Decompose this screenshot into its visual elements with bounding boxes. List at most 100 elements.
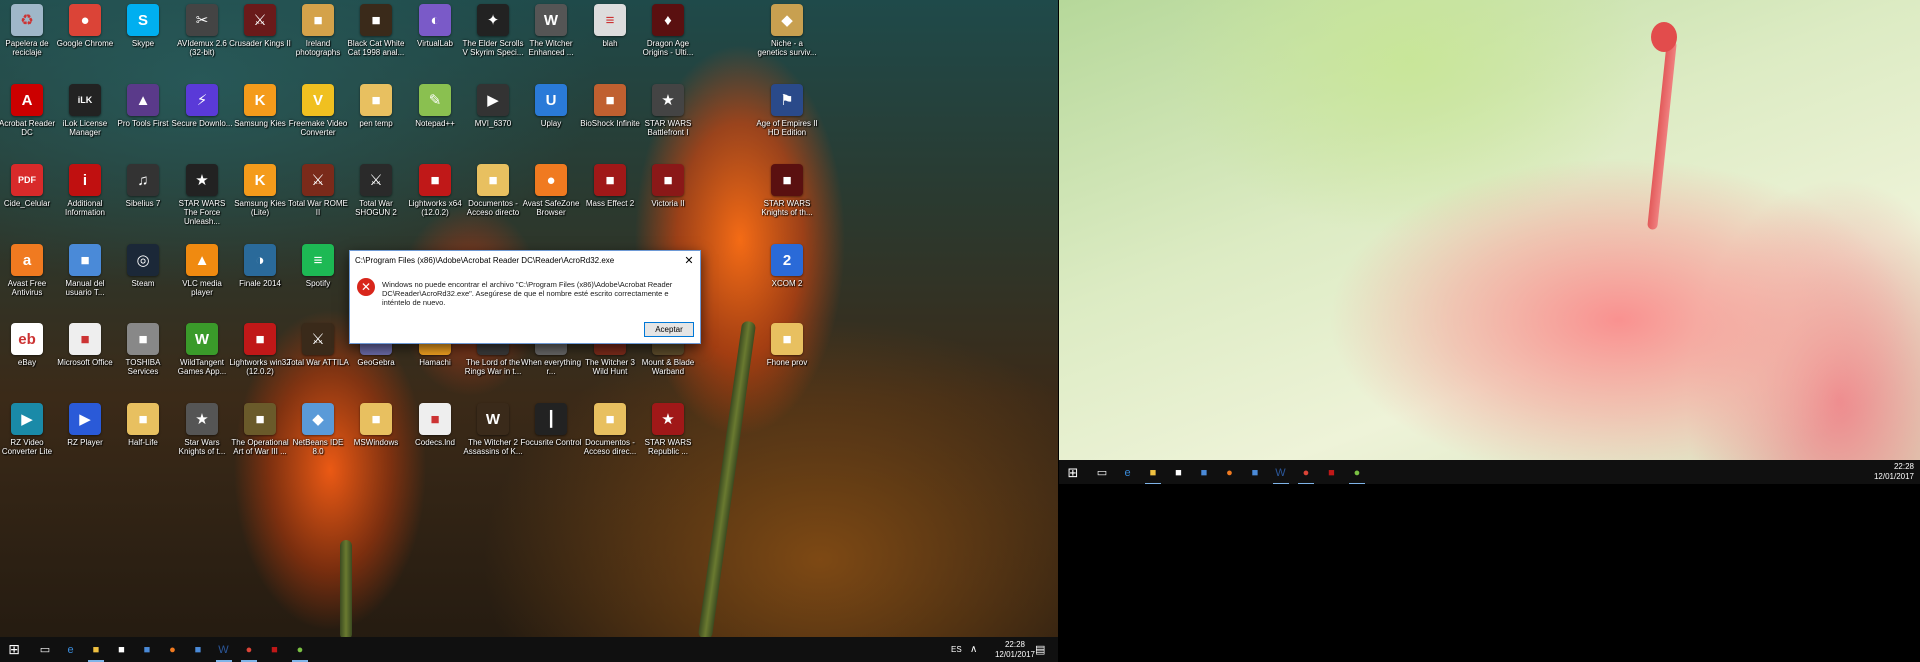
desktop-icon[interactable]: S Skype [114,4,172,48]
taskbar-paint-icon[interactable]: ■ [1245,463,1265,482]
desktop-icon[interactable]: ● Avast SafeZone Browser [522,164,580,217]
start-button-icon[interactable]: ⊞ [1063,463,1083,482]
desktop-icon[interactable]: ⚔ Total War ATTILA [287,323,349,367]
desktop-monitor-1[interactable]: ♻ Papelera de reciclaje ● Google Chrome S Sky… [0,0,1058,662]
taskbar-photos-icon[interactable]: ■ [137,640,157,659]
taskbar-chrome-icon[interactable]: ● [1296,463,1316,485]
desktop-icon[interactable]: ■ Half-Life [114,403,172,447]
clock-time[interactable]: 22:28 [1874,462,1914,471]
desktop-icon[interactable]: ■ pen temp [347,84,405,128]
close-icon[interactable]: ✕ [682,253,696,267]
taskbar-photos-icon[interactable]: ■ [1194,463,1214,482]
taskbar-word-icon[interactable]: W [214,640,234,662]
start-button-icon[interactable]: ⊞ [4,640,24,659]
taskbar-utorrent-icon[interactable]: ● [1347,463,1367,485]
desktop-icon[interactable]: ■ Victoria II [639,164,697,208]
desktop-icon[interactable]: ■ Ireland photographs [289,4,347,57]
taskbar-paint-icon[interactable]: ■ [188,640,208,659]
desktop-icon[interactable]: ⚡ Secure Downlo... [172,84,232,128]
desktop-icon[interactable]: ≡ blah [581,4,639,48]
desktop-monitor-2[interactable] [1059,0,1920,460]
taskbar-word-icon[interactable]: W [1271,463,1291,485]
taskbar-lightworks-icon[interactable]: ■ [1322,463,1342,482]
clock-time[interactable]: 22:28 [995,640,1035,649]
desktop-icon[interactable]: U Uplay [522,84,580,128]
desktop-icon[interactable]: ■ Documentos - Acceso direc... [581,403,639,456]
desktop-icon[interactable]: ■ Fhone prov [758,323,816,367]
language-indicator[interactable]: ES [951,645,962,654]
taskbar-task-view-icon[interactable]: ▭ [35,640,55,659]
desktop-icon[interactable]: ■ Lightworks x64 (12.0.2) [406,164,464,217]
desktop-icon[interactable]: ■ The Operational Art of War III ... [231,403,289,456]
desktop-icon[interactable]: ◑ Finale 2014 [231,244,289,288]
taskbar-edge-icon[interactable]: e [1118,463,1138,482]
desktop-icon[interactable]: W The Witcher 2 Assassins of K... [463,403,523,456]
desktop-icon[interactable]: ■ Microsoft Office [56,323,114,367]
desktop-icon[interactable]: W WildTangent Games App... [173,323,231,376]
error-dialog[interactable]: C:\Program Files (x86)\Adobe\Acrobat Rea… [349,250,701,344]
desktop-icon[interactable]: V Freemake Video Converter [289,84,347,137]
taskbar-store-icon[interactable]: ■ [112,640,132,659]
desktop-icon[interactable]: ♻ Papelera de reciclaje [0,4,56,57]
taskbar-edge-icon[interactable]: e [61,640,81,659]
taskbar-file-explorer-icon[interactable]: ■ [1143,463,1163,485]
desktop-icon[interactable]: ≡ Spotify [289,244,347,288]
tray-expand-icon[interactable]: ∧ [970,644,977,655]
taskbar-store-icon[interactable]: ■ [1169,463,1189,482]
desktop-icon[interactable]: ✦ The Elder Scrolls V Skyrim Speci... [463,4,523,57]
desktop-icon[interactable]: 2 XCOM 2 [758,244,816,288]
desktop-icon[interactable]: ▶ RZ Player [56,403,114,447]
taskbar-lightworks-icon[interactable]: ■ [265,640,285,659]
desktop-icon[interactable]: ┃ Focusrite Control [521,403,581,447]
desktop-icon[interactable]: ▲ Pro Tools First [114,84,172,128]
desktop-icon[interactable]: PDF Cide_Celular [0,164,56,208]
desktop-icon[interactable]: ■ STAR WARS Knights of th... [758,164,816,217]
desktop-icon[interactable]: ⚔ Crusader Kings II [229,4,291,48]
desktop-icon[interactable]: ⚑ Age of Empires II HD Edition [756,84,818,137]
desktop-icon[interactable]: ✎ Notepad++ [406,84,464,128]
desktop-icon[interactable]: ■ Black Cat White Cat 1998 anal... [347,4,405,57]
taskbar-avast-icon[interactable]: ● [163,640,183,659]
desktop-icon[interactable]: ⚔ Total War ROME II [288,164,348,217]
taskbar-file-explorer-icon[interactable]: ■ [86,640,106,662]
desktop-icon[interactable]: W The Witcher Enhanced ... [522,4,580,57]
desktop-icon[interactable]: ◎ Steam [114,244,172,288]
desktop-icon[interactable]: A Acrobat Reader DC [0,84,56,137]
desktop-icon[interactable]: i Additional Information [56,164,114,217]
desktop-icon[interactable]: ▶ RZ Video Converter Lite [0,403,56,456]
desktop-icon[interactable]: ◆ Niche - a genetics surviv... [758,4,816,57]
taskbar-avast-icon[interactable]: ● [1220,463,1240,482]
desktop-icon[interactable]: ✂ AVIdemux 2.6 (32-bit) [173,4,231,57]
desktop-icon[interactable]: ♫ Sibelius 7 [114,164,172,208]
desktop-icon[interactable]: a Avast Free Antivirus [0,244,56,297]
desktop-icon[interactable]: ◆ NetBeans IDE 8.0 [289,403,347,456]
desktop-icon[interactable]: K Samsung Kies [231,84,289,128]
desktop-icon[interactable]: ⚔ Total War SHOGUN 2 [347,164,405,217]
taskbar-task-view-icon[interactable]: ▭ [1092,463,1112,482]
desktop-icon[interactable]: K Samsung Kies (Lite) [231,164,289,217]
desktop-icon[interactable]: ▶ MVI_6370 [464,84,522,128]
desktop-icon[interactable]: ■ Documentos - Acceso directo [464,164,522,217]
desktop-icon[interactable]: ■ Codecs.lnd [406,403,464,447]
desktop-icon[interactable]: ★ STAR WARS The Force Unleash... [173,164,231,226]
desktop-icon[interactable]: ■ Mass Effect 2 [581,164,639,208]
desktop-icon[interactable]: ★ STAR WARS Republic ... [639,403,697,456]
clock-date[interactable]: 12/01/2017 [1849,472,1914,481]
desktop-icon[interactable]: ★ STAR WARS Battlefront I [639,84,697,137]
ok-button[interactable]: Aceptar [644,322,694,337]
desktop-icon[interactable]: ● Google Chrome [56,4,114,48]
desktop-icon[interactable]: ■ BioShock Infinite [580,84,640,128]
desktop-icon[interactable]: ■ Lightworks win32 (12.0.2) [229,323,291,376]
desktop-icon[interactable]: ■ MSWindows [347,403,405,447]
desktop-icon[interactable]: ■ Manual del usuario T... [56,244,114,297]
desktop-icon[interactable]: eb eBay [0,323,56,367]
desktop-icon[interactable]: ◐ VirtualLab [406,4,464,48]
desktop-icon[interactable]: iLK iLok License Manager [56,84,114,137]
desktop-icon[interactable]: ▲ VLC media player [173,244,231,297]
notification-icon[interactable]: ▤ [1035,643,1045,656]
desktop-icon[interactable]: ■ TOSHIBA Services [114,323,172,376]
taskbar-chrome-icon[interactable]: ● [239,640,259,662]
desktop-icon[interactable]: ★ Star Wars Knights of t... [173,403,231,456]
taskbar-utorrent-icon[interactable]: ● [290,640,310,662]
desktop-icon[interactable]: ♦ Dragon Age Origins - Ulti... [639,4,697,57]
